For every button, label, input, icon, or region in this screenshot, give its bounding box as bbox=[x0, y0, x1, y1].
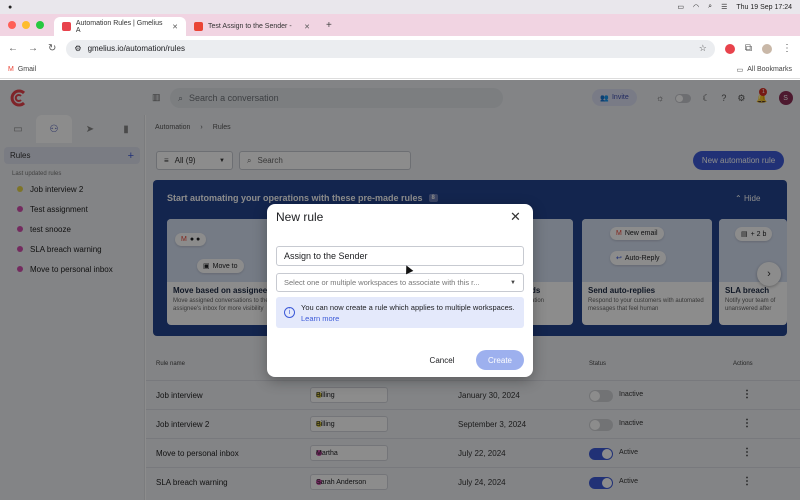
profile-icon[interactable] bbox=[762, 43, 772, 54]
cancel-button[interactable]: Cancel bbox=[422, 350, 462, 370]
gmelius-extension-icon[interactable] bbox=[724, 43, 735, 54]
apple-icon[interactable]: ● bbox=[8, 4, 12, 11]
browser-toolbar: ← → ↻ ⚙ gmelius.io/automation/rules ☆ ⧉ … bbox=[0, 36, 800, 61]
battery-icon[interactable]: ▭ bbox=[677, 3, 684, 11]
rule-name-input[interactable]: Assign to the Sender bbox=[276, 246, 524, 266]
bookmark-gmail[interactable]: Gmail bbox=[18, 66, 36, 73]
folder-icon: ▭ bbox=[736, 66, 744, 74]
back-icon[interactable]: ← bbox=[8, 43, 18, 54]
zoom-window-button[interactable] bbox=[36, 21, 44, 29]
gmail-favicon-icon bbox=[194, 22, 203, 31]
address-bar[interactable]: ⚙ gmelius.io/automation/rules ☆ bbox=[66, 39, 715, 58]
gmail-icon: M bbox=[8, 66, 14, 73]
info-text: You can now create a rule which applies … bbox=[301, 303, 515, 323]
browser-menu-icon[interactable]: ⋮ bbox=[782, 43, 792, 54]
url-text[interactable]: gmelius.io/automation/rules bbox=[88, 44, 185, 53]
browser-tab-strip: Automation Rules | Gmelius A ✕ Test Assi… bbox=[0, 14, 800, 36]
mac-menu-bar: ● ▭ ◠ ⌕ ☰ Thu 19 Sep 17:24 bbox=[0, 0, 800, 14]
control-center-icon[interactable]: ☰ bbox=[721, 3, 727, 11]
wifi-icon[interactable]: ◠ bbox=[693, 3, 699, 11]
close-icon[interactable]: ✕ bbox=[510, 209, 521, 225]
all-bookmarks[interactable]: ▭ All Bookmarks bbox=[737, 66, 792, 74]
close-window-button[interactable] bbox=[8, 21, 16, 29]
tab-title: Test Assign to the Sender - bbox=[208, 23, 292, 30]
browser-tab-automation[interactable]: Automation Rules | Gmelius A ✕ bbox=[54, 17, 186, 36]
extensions-icon[interactable]: ⧉ bbox=[745, 43, 752, 54]
gmelius-favicon-icon bbox=[62, 22, 71, 31]
site-settings-icon[interactable]: ⚙ bbox=[74, 44, 81, 53]
bookmarks-bar: M Gmail ▭ All Bookmarks bbox=[0, 61, 800, 79]
close-tab-icon[interactable]: ✕ bbox=[304, 23, 310, 31]
tab-title: Automation Rules | Gmelius A bbox=[75, 19, 163, 34]
bookmark-star-icon[interactable]: ☆ bbox=[699, 43, 707, 54]
new-tab-button[interactable]: + bbox=[318, 20, 340, 36]
workspace-info-banner: i You can now create a rule which applie… bbox=[276, 297, 524, 328]
forward-icon[interactable]: → bbox=[28, 43, 38, 54]
menubar-clock[interactable]: Thu 19 Sep 17:24 bbox=[736, 4, 792, 11]
create-button[interactable]: Create bbox=[476, 350, 524, 370]
learn-more-link[interactable]: Learn more bbox=[301, 314, 339, 323]
close-tab-icon[interactable]: ✕ bbox=[172, 23, 178, 31]
spotlight-icon[interactable]: ⌕ bbox=[708, 3, 712, 11]
reload-icon[interactable]: ↻ bbox=[48, 43, 56, 54]
window-controls bbox=[0, 21, 54, 36]
info-icon: i bbox=[284, 307, 295, 318]
caret-down-icon: ▼ bbox=[510, 279, 516, 286]
minimize-window-button[interactable] bbox=[22, 21, 30, 29]
workspace-select[interactable]: Select one or multiple workspaces to ass… bbox=[276, 273, 524, 292]
browser-tab-test[interactable]: Test Assign to the Sender - ✕ bbox=[186, 17, 318, 36]
dialog-title: New rule bbox=[276, 210, 324, 224]
